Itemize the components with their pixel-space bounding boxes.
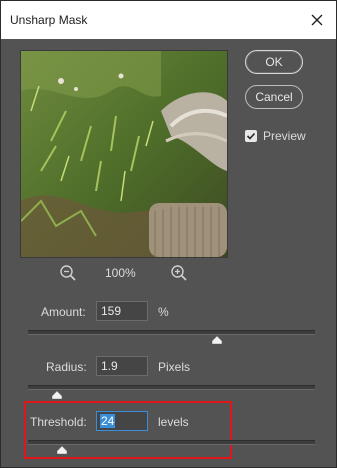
zoom-controls: 100% <box>59 263 189 283</box>
title-bar: Unsharp Mask <box>1 1 336 39</box>
preview-checkbox[interactable]: Preview <box>245 129 306 143</box>
preview-image <box>21 51 227 257</box>
checkbox-box[interactable] <box>245 130 257 142</box>
zoom-in-icon[interactable] <box>170 264 188 282</box>
amount-unit: % <box>158 305 169 319</box>
checkmark-icon <box>246 132 256 140</box>
close-icon <box>311 14 323 26</box>
threshold-slider-thumb[interactable] <box>57 446 68 454</box>
unsharp-mask-dialog: Unsharp Mask OK Cancel Preview 100% Amou… <box>0 0 337 468</box>
amount-slider[interactable] <box>28 330 315 335</box>
radius-label: Radius: <box>46 360 87 374</box>
threshold-field[interactable]: 24 <box>96 411 148 431</box>
amount-label: Amount: <box>41 305 86 319</box>
cancel-button[interactable]: Cancel <box>245 85 303 109</box>
close-button[interactable] <box>298 1 336 39</box>
amount-field[interactable]: 159 <box>96 301 148 321</box>
radius-field[interactable]: 1.9 <box>96 356 148 376</box>
zoom-level: 100% <box>105 266 136 280</box>
amount-slider-thumb[interactable] <box>212 336 223 344</box>
ok-button[interactable]: OK <box>245 50 303 74</box>
threshold-value-selected: 24 <box>100 414 116 428</box>
zoom-out-icon[interactable] <box>59 264 77 282</box>
radius-unit: Pixels <box>158 360 191 374</box>
dialog-title: Unsharp Mask <box>10 13 88 27</box>
radius-slider-thumb[interactable] <box>51 391 62 399</box>
radius-slider[interactable] <box>28 385 315 390</box>
threshold-label: Threshold: <box>30 415 87 429</box>
threshold-slider[interactable] <box>28 440 315 445</box>
image-preview[interactable] <box>20 50 228 258</box>
threshold-unit: levels <box>158 415 189 429</box>
preview-label: Preview <box>263 129 306 143</box>
